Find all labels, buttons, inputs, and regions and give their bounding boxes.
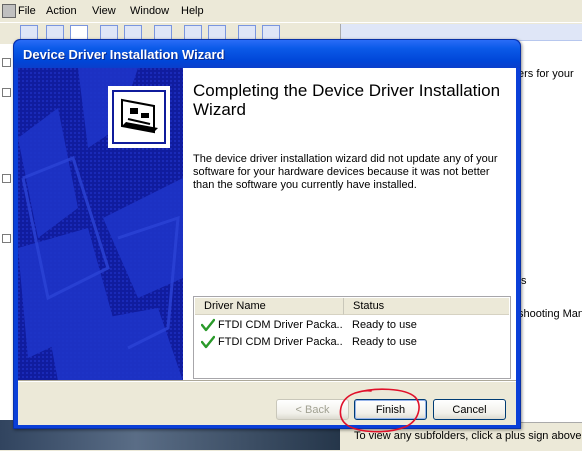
wizard-sidebar-graphic	[18, 68, 183, 381]
app-icon	[2, 4, 16, 18]
driver-name-cell: FTDI CDM Driver Packa...	[218, 319, 343, 331]
menu-help[interactable]: Help	[181, 5, 204, 17]
tree-expand-icon[interactable]	[2, 58, 11, 67]
table-row[interactable]: FTDI CDM Driver Packa... Ready to use	[195, 334, 509, 350]
table-row[interactable]: FTDI CDM Driver Packa... Ready to use	[195, 317, 509, 333]
status-text: To view any subfolders, click a plus sig…	[354, 430, 582, 442]
wizard-dialog: Device Driver Installation Wizard Comple…	[13, 39, 521, 429]
hardware-icon	[108, 86, 170, 148]
tree-expand-icon[interactable]	[2, 88, 11, 97]
driver-name-cell: FTDI CDM Driver Packa...	[218, 336, 343, 348]
status-cell: Ready to use	[352, 336, 417, 348]
column-header-status[interactable]: Status	[344, 298, 509, 315]
tree-expand-icon[interactable]	[2, 234, 11, 243]
checkmark-icon	[201, 335, 215, 349]
dialog-client: Completing the Device Driver Installatio…	[18, 68, 516, 425]
right-pane-text: ers for your	[518, 68, 574, 80]
column-header-driver-name[interactable]: Driver Name	[195, 298, 344, 315]
status-cell: Ready to use	[352, 319, 417, 331]
back-button[interactable]: < Back	[276, 399, 349, 420]
button-bar: < Back Finish Cancel	[18, 381, 516, 425]
menu-view[interactable]: View	[92, 5, 116, 17]
tree-expand-icon[interactable]	[2, 174, 11, 183]
dialog-title: Device Driver Installation Wizard	[23, 47, 225, 62]
wizard-content: Completing the Device Driver Installatio…	[183, 68, 516, 381]
column-header-label: Driver Name	[204, 300, 266, 312]
right-pane-link[interactable]: shooting Man	[518, 308, 582, 320]
menu-window[interactable]: Window	[130, 5, 169, 17]
menu-action[interactable]: Action	[46, 5, 77, 17]
column-header-label: Status	[353, 300, 385, 312]
cancel-button[interactable]: Cancel	[433, 399, 506, 420]
wizard-heading: Completing the Device Driver Installatio…	[193, 81, 501, 119]
finish-button[interactable]: Finish	[354, 399, 427, 420]
driver-list[interactable]: Driver Name Status FTDI CDM Driver Packa…	[193, 296, 511, 379]
checkmark-icon	[201, 318, 215, 332]
wizard-description: The device driver installation wizard di…	[193, 153, 498, 191]
menu-file[interactable]: File	[18, 5, 36, 17]
title-bar[interactable]: Device Driver Installation Wizard	[14, 40, 520, 68]
menu-bar: File Action View Window Help	[0, 0, 582, 22]
